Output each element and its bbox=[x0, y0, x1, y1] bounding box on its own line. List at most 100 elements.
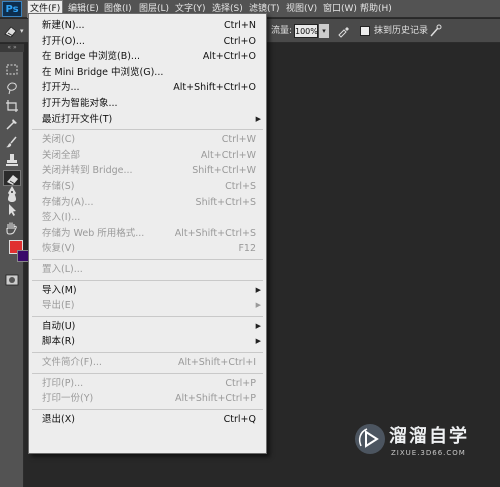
menu-item-shortcut: Alt+Shift+Ctrl+O bbox=[173, 82, 256, 94]
submenu-arrow-icon: ▶ bbox=[255, 114, 261, 123]
menu-separator bbox=[32, 408, 263, 410]
file-menu-item: 打印一份(Y) Alt+Shift+Ctrl+P bbox=[29, 391, 266, 406]
tablet-pressure-icon[interactable] bbox=[428, 24, 442, 38]
eyedropper-tool-icon[interactable] bbox=[3, 116, 21, 132]
submenu-arrow-icon: ▶ bbox=[255, 337, 261, 346]
tool-panel: « » bbox=[0, 44, 29, 487]
erase-to-history-checkbox[interactable] bbox=[360, 26, 370, 36]
file-menu-item: 打印(P)... Ctrl+P bbox=[29, 376, 266, 391]
menu-item-label: 新建(N)... bbox=[42, 20, 85, 31]
menu-item-label: 打印(P)... bbox=[42, 377, 84, 389]
menu-item-label: 退出(X) bbox=[42, 413, 75, 425]
lasso-tool-icon[interactable] bbox=[3, 80, 21, 96]
airbrush-icon[interactable] bbox=[337, 24, 351, 38]
watermark-title: 溜溜自学 bbox=[389, 426, 469, 447]
file-menu-item: 置入(L)... bbox=[29, 262, 266, 277]
watermark-subtitle: ZIXUE.3D66.COM bbox=[391, 449, 466, 457]
menu-separator bbox=[32, 129, 263, 131]
menu-separator bbox=[32, 372, 263, 374]
brush-tool-icon[interactable] bbox=[3, 134, 21, 150]
menu-item-shortcut: Alt+Shift+Ctrl+S bbox=[174, 227, 256, 239]
menu-item-shortcut: Ctrl+Q bbox=[223, 413, 256, 425]
menu-item-shortcut: Alt+Ctrl+O bbox=[202, 51, 256, 63]
submenu-arrow-icon: ▶ bbox=[255, 321, 261, 330]
menu-item-label: 导出(E) bbox=[42, 300, 75, 312]
menu-item-label: 打开为智能对象... bbox=[42, 98, 118, 109]
quick-mask-icon[interactable] bbox=[5, 274, 19, 286]
menu-item-label: 存储(S) bbox=[42, 181, 75, 192]
file-menu-item: 恢复(V) F12 bbox=[29, 241, 266, 256]
menu-item-label: 签入(I)... bbox=[42, 212, 81, 224]
photoshop-logo: Ps bbox=[2, 1, 22, 17]
watermark-play-logo-icon bbox=[355, 424, 385, 454]
path-select-tool-icon[interactable] bbox=[3, 202, 21, 218]
menu-item-label: 最近打开文件(T) bbox=[42, 113, 113, 125]
menu-item-label: 关闭并转到 Bridge... bbox=[42, 165, 133, 177]
menu-item-label: 打开为... bbox=[42, 82, 80, 94]
file-menu-item: 文件简介(F)... Alt+Shift+Ctrl+I bbox=[29, 355, 266, 370]
menu-item-shortcut: Ctrl+N bbox=[224, 20, 256, 31]
file-menu-item: 关闭全部 Alt+Ctrl+W bbox=[29, 148, 266, 163]
menu-item-shortcut: Ctrl+S bbox=[225, 181, 256, 192]
file-menu-item: 存储为(A)... Shift+Ctrl+S bbox=[29, 195, 266, 210]
file-menu-item[interactable]: 在 Bridge 中浏览(B)... Alt+Ctrl+O bbox=[29, 49, 266, 64]
file-menu-item[interactable]: 打开(O)... Ctrl+O bbox=[29, 34, 266, 49]
crop-tool-icon[interactable] bbox=[3, 98, 21, 114]
menu-item-shortcut: Alt+Ctrl+W bbox=[200, 149, 256, 161]
file-menu-item: 签入(I)... bbox=[29, 210, 266, 225]
file-menu-item[interactable]: 自动(U) ▶ bbox=[29, 319, 266, 334]
flow-label: 流量: bbox=[271, 26, 293, 36]
menu-item-shortcut: Shift+Ctrl+W bbox=[192, 165, 256, 177]
menu-item-label: 存储为(A)... bbox=[42, 196, 94, 208]
chevron-down-icon[interactable]: ▾ bbox=[20, 27, 24, 35]
menu-help[interactable]: 帮助(H) bbox=[358, 0, 394, 18]
menu-item-label: 导入(M) bbox=[42, 284, 77, 296]
file-menu-item[interactable]: 最近打开文件(T) ▶ bbox=[29, 112, 266, 127]
menu-item-shortcut: Ctrl+P bbox=[225, 377, 256, 389]
submenu-arrow-icon: ▶ bbox=[255, 285, 261, 294]
file-menu-dropdown: 新建(N)... Ctrl+N 打开(O)... Ctrl+O 在 Bridge 中浏览… bbox=[28, 13, 267, 454]
file-menu-item: 导出(E) ▶ bbox=[29, 298, 266, 313]
menu-separator bbox=[32, 279, 263, 281]
menu-separator bbox=[32, 259, 263, 260]
menu-item-label: 文件简介(F)... bbox=[42, 357, 102, 368]
flow-input[interactable]: 100% bbox=[294, 24, 318, 38]
menu-item-label: 自动(U) bbox=[42, 320, 76, 332]
file-menu-item[interactable]: 脚本(R) ▶ bbox=[29, 334, 266, 349]
menu-item-shortcut: Ctrl+O bbox=[223, 35, 256, 47]
file-menu-item: 关闭并转到 Bridge... Shift+Ctrl+W bbox=[29, 163, 266, 178]
menu-item-shortcut: Alt+Shift+Ctrl+I bbox=[177, 357, 256, 368]
menu-item-label: 脚本(R) bbox=[42, 336, 76, 348]
menu-item-label: 打印一份(Y) bbox=[42, 393, 94, 405]
menu-item-label: 置入(L)... bbox=[42, 264, 83, 275]
flow-dropdown-arrow-icon[interactable]: ▾ bbox=[319, 24, 329, 38]
menu-window[interactable]: 窗口(W) bbox=[321, 0, 359, 18]
eraser-tool-preset-icon[interactable] bbox=[3, 23, 19, 39]
submenu-arrow-icon: ▶ bbox=[255, 301, 261, 310]
pen-tool-icon[interactable] bbox=[3, 184, 21, 200]
file-menu-item[interactable]: 退出(X) Ctrl+Q bbox=[29, 412, 266, 427]
menu-item-label: 关闭全部 bbox=[42, 149, 81, 161]
menu-item-shortcut: F12 bbox=[238, 243, 256, 255]
marquee-tool-icon[interactable] bbox=[3, 62, 21, 78]
file-menu-item[interactable]: 打开为... Alt+Shift+Ctrl+O bbox=[29, 80, 266, 95]
file-menu-item[interactable]: 新建(N)... Ctrl+N bbox=[29, 18, 266, 33]
menu-item-label: 恢复(V) bbox=[42, 243, 75, 255]
menu-separator bbox=[32, 352, 263, 353]
file-menu-item[interactable]: 在 Mini Bridge 中浏览(G)... bbox=[29, 65, 266, 80]
file-menu-item[interactable]: 导入(M) ▶ bbox=[29, 283, 266, 298]
erase-to-history-label: 抹到历史记录 bbox=[374, 26, 429, 36]
menu-view[interactable]: 视图(V) bbox=[284, 0, 319, 18]
menu-item-label: 在 Bridge 中浏览(B)... bbox=[42, 51, 140, 63]
file-menu-item: 存储(S) Ctrl+S bbox=[29, 179, 266, 194]
tool-panel-collapse[interactable]: « » bbox=[0, 44, 24, 52]
hand-tool-icon[interactable] bbox=[3, 220, 21, 236]
menu-item-shortcut: Alt+Shift+Ctrl+P bbox=[175, 393, 256, 405]
file-menu-item[interactable]: 打开为智能对象... bbox=[29, 96, 266, 111]
menu-item-label: 存储为 Web 所用格式... bbox=[42, 227, 145, 239]
menu-item-label: 打开(O)... bbox=[42, 35, 85, 47]
menu-separator bbox=[32, 315, 263, 317]
stamp-tool-icon[interactable] bbox=[3, 152, 21, 168]
file-menu-item: 存储为 Web 所用格式... Alt+Shift+Ctrl+S bbox=[29, 226, 266, 241]
menu-item-shortcut: Ctrl+W bbox=[221, 134, 256, 146]
